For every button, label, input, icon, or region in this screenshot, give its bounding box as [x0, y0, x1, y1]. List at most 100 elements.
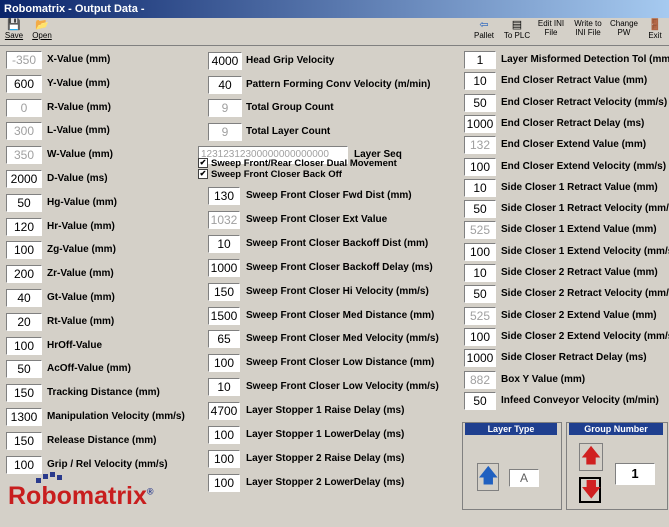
param-value-field[interactable]: 10 [464, 264, 496, 282]
exit-button[interactable]: 🚪 Exit [644, 19, 666, 45]
param-value-field[interactable]: 4000 [208, 52, 242, 70]
checkbox-1[interactable]: ✔ Sweep Front Closer Back Off [198, 169, 342, 180]
param-value-field: 525 [464, 221, 496, 240]
param-label: Tracking Distance (mm) [47, 387, 160, 399]
param-row: 10 End Closer Retract Value (mm) [464, 72, 669, 92]
param-value-field[interactable]: 100 [6, 241, 42, 260]
param-value-field[interactable]: 20 [6, 312, 42, 331]
param-label: R-Value (mm) [47, 101, 111, 113]
param-row: 100 Layer Stopper 1 LowerDelay (ms) [208, 426, 463, 446]
param-value-field[interactable]: 100 [464, 242, 496, 261]
param-value-field[interactable]: 50 [6, 193, 42, 212]
param-label: Zg-Value (mm) [47, 244, 116, 256]
param-row: 150 Release Distance (mm) [6, 431, 186, 452]
param-row: 10 Sweep Front Closer Low Velocity (mm/s) [208, 378, 463, 398]
change-pw-button[interactable]: Change PW [609, 19, 639, 45]
param-value-field[interactable]: 100 [6, 455, 42, 474]
group-number-title: Group Number [569, 423, 663, 435]
robomatrix-logo: Robomatrix® [8, 472, 158, 520]
param-row: 10 Sweep Front Closer Backoff Dist (mm) [208, 234, 463, 255]
edit-ini-button[interactable]: Edit INI File [536, 19, 566, 45]
param-row: 120 Hr-Value (mm) [6, 217, 186, 238]
param-value-field: 132 [464, 136, 496, 155]
param-value-field[interactable]: 100 [208, 426, 240, 444]
param-row: 50 End Closer Retract Velocity (mm/s) [464, 93, 669, 114]
param-value-field[interactable]: 10 [208, 378, 240, 397]
checkbox-0[interactable]: ✔ Sweep Front/Rear Closer Dual Movement [198, 158, 397, 169]
param-value-field[interactable]: 100 [464, 327, 496, 346]
open-button[interactable]: 📂 Open [30, 19, 54, 45]
param-value-field[interactable]: 40 [6, 289, 42, 307]
save-button[interactable]: 💾 Save [4, 19, 24, 45]
param-value-field[interactable]: 1000 [464, 114, 496, 133]
param-value-field[interactable]: 1000 [208, 258, 240, 277]
param-value-field[interactable]: 1 [464, 51, 496, 69]
param-label: L-Value (mm) [47, 125, 110, 137]
param-label: Pattern Forming Conv Velocity (m/min) [246, 78, 431, 90]
param-value-field[interactable]: 1000 [464, 349, 496, 368]
layer-type-value: A [509, 469, 539, 487]
arrow-up-icon: 🡅 [478, 465, 499, 487]
param-value-field[interactable]: 65 [208, 330, 240, 349]
group-number-down-button[interactable]: 🡇 [579, 477, 602, 503]
param-value-field[interactable]: 100 [208, 473, 240, 492]
param-value-field[interactable]: 100 [464, 157, 496, 176]
param-value-field[interactable]: 40 [208, 75, 242, 94]
param-row: 50 Side Closer 2 Retract Velocity (mm/s) [464, 285, 669, 305]
param-value-field[interactable]: 50 [464, 391, 496, 410]
exit-door-icon: 🚪 [648, 19, 662, 31]
param-label: Total Group Count [246, 102, 334, 113]
checkbox-box[interactable]: ✔ [198, 158, 208, 169]
param-row: 1300 Manipulation Velocity (mm/s) [6, 408, 186, 428]
param-row: 50 AcOff-Value (mm) [6, 360, 186, 380]
param-value-field[interactable]: 100 [208, 354, 240, 373]
param-label: D-Value (ms) [47, 173, 108, 184]
param-row: 132 End Closer Extend Value (mm) [464, 136, 669, 156]
param-value-field[interactable]: 120 [6, 217, 42, 236]
param-row: 150 Sweep Front Closer Hi Velocity (mm/s) [208, 282, 463, 303]
param-value-field[interactable]: 100 [208, 449, 240, 468]
param-value-field[interactable]: 50 [6, 360, 42, 379]
checkbox-box[interactable]: ✔ [198, 169, 208, 180]
param-row: 100 End Closer Extend Velocity (mm/s) [464, 157, 669, 178]
param-label: Side Closer 2 Retract Velocity (mm/s) [501, 288, 669, 300]
param-value-field[interactable]: 4700 [208, 402, 240, 421]
param-value-field[interactable]: 150 [208, 282, 240, 301]
param-value-field[interactable]: 1500 [208, 306, 240, 325]
param-value-field[interactable]: 150 [6, 431, 42, 450]
param-value-field[interactable]: 150 [6, 384, 42, 403]
to-plc-button[interactable]: ▤ To PLC [502, 19, 532, 45]
param-label: Zr-Value (mm) [47, 268, 114, 280]
param-value-field[interactable]: 50 [464, 200, 496, 219]
pallet-button[interactable]: ⇦ Pallet [470, 19, 498, 45]
group-number-up-button[interactable]: 🡅 [579, 443, 603, 471]
param-row: 2000 D-Value (ms) [6, 170, 186, 190]
param-row: 20 Rt-Value (mm) [6, 312, 186, 333]
param-label: End Closer Extend Velocity (mm/s) [501, 160, 667, 172]
param-value-field[interactable]: 1300 [6, 408, 42, 426]
toolbar: 💾 Save 📂 Open ⇦ Pallet ▤ To PLC Edit INI… [0, 18, 669, 46]
param-row: 100 Zg-Value (mm) [6, 241, 186, 261]
param-row: 4000 Head Grip Velocity [208, 52, 463, 72]
param-value-field[interactable]: 10 [464, 72, 496, 91]
param-value-field[interactable]: 10 [208, 234, 240, 253]
param-label: End Closer Retract Value (mm) [501, 75, 648, 87]
param-value-field[interactable]: 600 [6, 74, 42, 93]
arrow-down-red-icon: 🡇 [581, 479, 602, 501]
layer-type-up-button[interactable]: 🡅 [477, 463, 499, 491]
param-value-field[interactable]: 50 [464, 285, 496, 304]
param-label: Total Layer Count [246, 125, 331, 137]
param-value-field[interactable]: 200 [6, 265, 42, 284]
write-ini-button[interactable]: Write to INI File [571, 19, 605, 45]
param-label: X-Value (mm) [47, 54, 111, 65]
param-value-field[interactable]: 10 [464, 178, 496, 197]
param-label: Side Closer 1 Extend Value (mm) [501, 224, 657, 236]
param-value-field[interactable]: 50 [464, 93, 496, 112]
param-label: End Closer Retract Velocity (mm/s) [501, 96, 668, 108]
param-value-field[interactable]: 130 [208, 187, 240, 205]
param-row: 100 Sweep Front Closer Low Distance (mm) [208, 354, 463, 374]
param-value-field[interactable]: 2000 [6, 170, 42, 188]
param-label: Layer Misformed Detection Tol (mm) [501, 54, 669, 65]
param-value-field[interactable]: 100 [6, 336, 42, 355]
logo-text: Robomatrix [8, 482, 147, 510]
